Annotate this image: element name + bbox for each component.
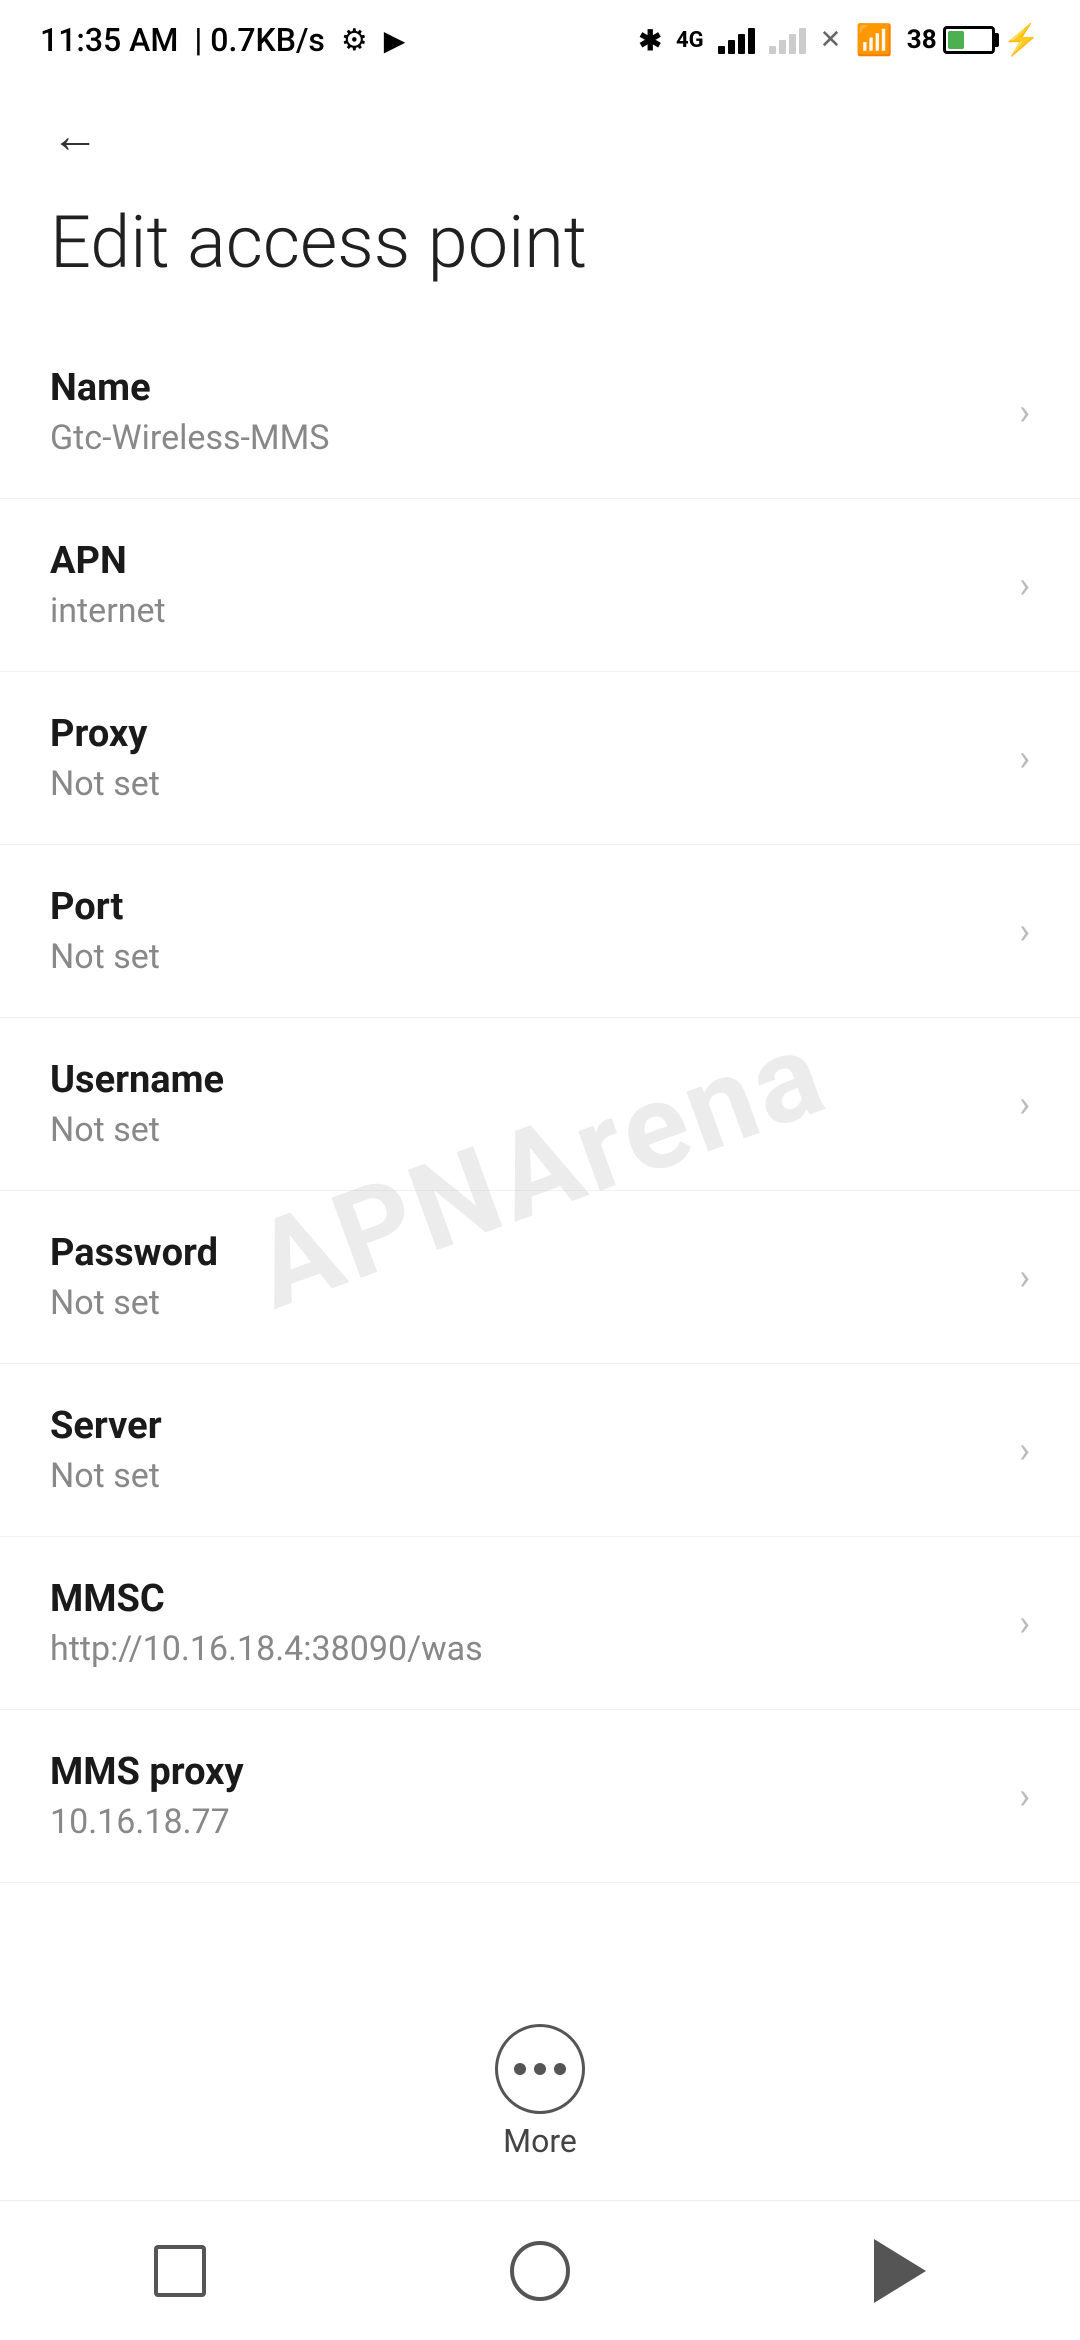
- page-title: Edit access point: [0, 180, 1080, 326]
- settings-label: Name: [50, 366, 999, 410]
- settings-item-mmsc[interactable]: MMSC http://10.16.18.4:38090/was ›: [0, 1537, 1080, 1710]
- time-display: 11:35 AM: [40, 21, 178, 59]
- settings-label: APN: [50, 539, 999, 583]
- back-arrow-icon: ←: [51, 107, 99, 164]
- settings-item-port[interactable]: Port Not set ›: [0, 845, 1080, 1018]
- chevron-right-icon: ›: [1019, 1256, 1030, 1298]
- settings-item-proxy[interactable]: Proxy Not set ›: [0, 672, 1080, 845]
- more-label: More: [503, 2122, 577, 2160]
- no-signal-icon: ✕: [820, 25, 842, 55]
- settings-item-content: APN internet: [50, 539, 999, 631]
- more-circle-icon: [495, 2024, 585, 2114]
- settings-value: Gtc-Wireless-MMS: [50, 418, 999, 458]
- status-bar: 11:35 AM | 0.7KB/s ⚙ ▶ ✱ 4G ✕ 📶 38 ⚡: [0, 0, 1080, 80]
- nav-home-button[interactable]: [500, 2231, 580, 2311]
- settings-item-content: Port Not set: [50, 885, 999, 977]
- header: ←: [0, 80, 1080, 180]
- settings-label: MMS proxy: [50, 1750, 999, 1794]
- nav-back-button[interactable]: [860, 2231, 940, 2311]
- settings-item-content: Password Not set: [50, 1231, 999, 1323]
- recents-icon: [154, 2245, 206, 2297]
- battery-icon: 38 ⚡: [907, 23, 1040, 58]
- network-4g-icon: 4G: [676, 28, 704, 53]
- chevron-right-icon: ›: [1019, 1775, 1030, 1817]
- settings-item-content: Server Not set: [50, 1404, 999, 1496]
- status-right: ✱ 4G ✕ 📶 38 ⚡: [639, 23, 1040, 58]
- settings-icon: ⚙: [341, 23, 368, 58]
- settings-value: internet: [50, 591, 999, 631]
- dot-2: [534, 2063, 546, 2075]
- settings-item-content: Username Not set: [50, 1058, 999, 1150]
- settings-label: Server: [50, 1404, 999, 1448]
- settings-value: Not set: [50, 1456, 999, 1496]
- settings-label: Username: [50, 1058, 999, 1102]
- more-button[interactable]: More: [495, 2024, 585, 2160]
- chevron-right-icon: ›: [1019, 1083, 1030, 1125]
- settings-list: Name Gtc-Wireless-MMS › APN internet › P…: [0, 326, 1080, 1883]
- dot-1: [514, 2063, 526, 2075]
- settings-value: Not set: [50, 1283, 999, 1323]
- settings-item-content: Name Gtc-Wireless-MMS: [50, 366, 999, 458]
- wifi-icon: 📶: [855, 23, 892, 58]
- settings-value: 10.16.18.77: [50, 1802, 999, 1842]
- settings-item-name[interactable]: Name Gtc-Wireless-MMS ›: [0, 326, 1080, 499]
- status-left: 11:35 AM | 0.7KB/s ⚙ ▶: [40, 21, 405, 59]
- settings-item-content: Proxy Not set: [50, 712, 999, 804]
- video-icon: ▶: [384, 24, 406, 57]
- settings-value: Not set: [50, 1110, 999, 1150]
- settings-label: Password: [50, 1231, 999, 1275]
- settings-value: Not set: [50, 764, 999, 804]
- chevron-right-icon: ›: [1019, 564, 1030, 606]
- back-icon: [874, 2239, 926, 2303]
- bluetooth-icon: ✱: [639, 24, 662, 57]
- dot-3: [554, 2063, 566, 2075]
- chevron-right-icon: ›: [1019, 737, 1030, 779]
- chevron-right-icon: ›: [1019, 391, 1030, 433]
- settings-item-username[interactable]: Username Not set ›: [0, 1018, 1080, 1191]
- settings-item-content: MMS proxy 10.16.18.77: [50, 1750, 999, 1842]
- back-button[interactable]: ←: [40, 100, 110, 170]
- settings-item-password[interactable]: Password Not set ›: [0, 1191, 1080, 1364]
- chevron-right-icon: ›: [1019, 1429, 1030, 1471]
- more-dots-icon: [514, 2063, 566, 2075]
- signal-bars-2: [769, 26, 806, 54]
- settings-item-content: MMSC http://10.16.18.4:38090/was: [50, 1577, 999, 1669]
- nav-bar: [0, 2200, 1080, 2340]
- home-icon: [510, 2241, 570, 2301]
- signal-bars-1: [718, 26, 755, 54]
- settings-value: http://10.16.18.4:38090/was: [50, 1629, 999, 1669]
- settings-label: Port: [50, 885, 999, 929]
- chevron-right-icon: ›: [1019, 910, 1030, 952]
- settings-label: MMSC: [50, 1577, 999, 1621]
- settings-item-apn[interactable]: APN internet ›: [0, 499, 1080, 672]
- settings-item-mms-proxy[interactable]: MMS proxy 10.16.18.77 ›: [0, 1710, 1080, 1883]
- settings-label: Proxy: [50, 712, 999, 756]
- nav-recents-button[interactable]: [140, 2231, 220, 2311]
- speed-display: | 0.7KB/s: [194, 21, 325, 59]
- settings-value: Not set: [50, 937, 999, 977]
- settings-item-server[interactable]: Server Not set ›: [0, 1364, 1080, 1537]
- chevron-right-icon: ›: [1019, 1602, 1030, 1644]
